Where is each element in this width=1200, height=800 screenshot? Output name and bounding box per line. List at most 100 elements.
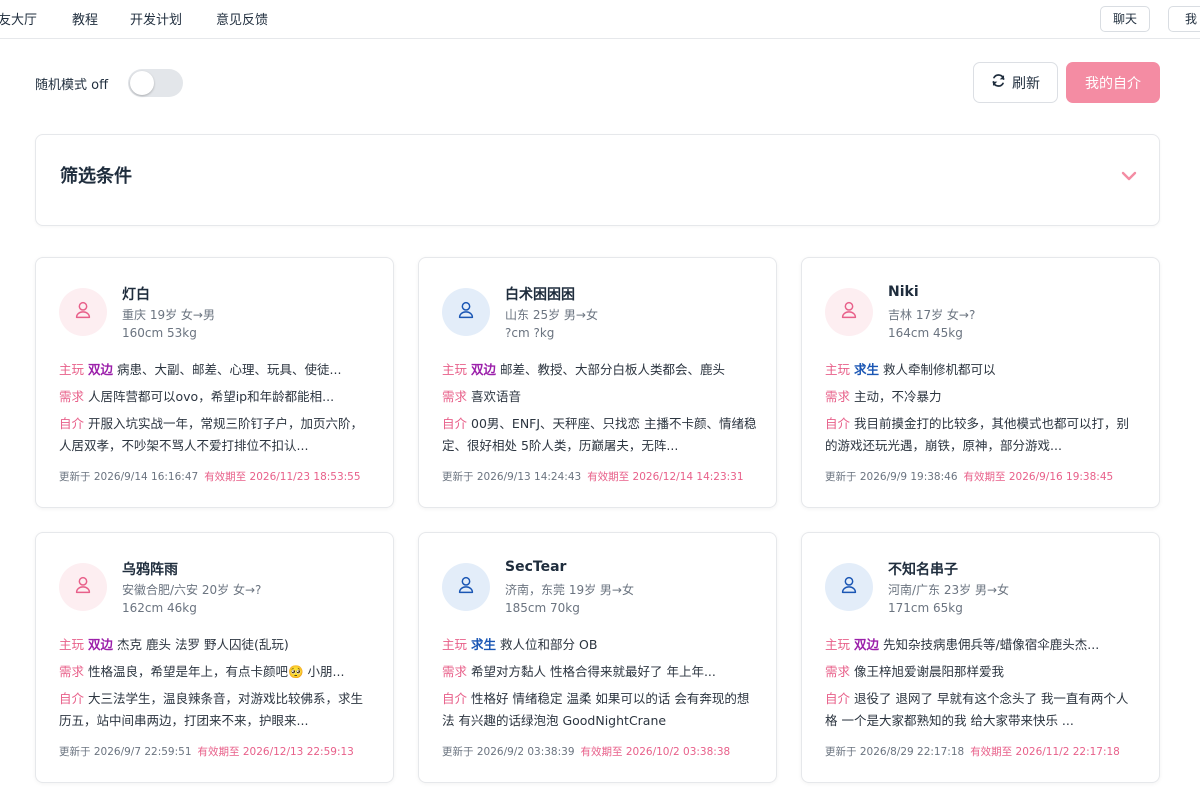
- role-tag: 双边: [471, 362, 497, 377]
- random-mode-label: 随机模式 off: [35, 78, 109, 93]
- profile-intro-line: 自介 性格好 情绪稳定 温柔 如果可以的话 会有奔现的想法 有兴趣的话绿泡泡 Go…: [442, 688, 757, 732]
- avatar: [59, 563, 107, 611]
- profile-play-line: 主玩 求生 救人位和部分 OB: [442, 634, 757, 653]
- expires-time: 2026/9/16 19:38:45: [1008, 471, 1114, 483]
- profile-timestamps: 更新于 2026/9/9 19:38:46 有效期至 2026/9/16 19:3…: [825, 469, 1113, 484]
- intro-key: 自介: [825, 416, 851, 431]
- profile-card[interactable]: 不知名串子 河南/广东 23岁 男→女 171cm 65kg 主玩 双边 先知杂技病…: [801, 532, 1160, 783]
- profile-name: 白术困困困: [505, 287, 575, 303]
- profile-need-line: 需求 主动，不冷暴力: [825, 386, 1140, 405]
- need-key: 需求: [442, 389, 468, 404]
- intro-text: 开服入坑实战一年，常规三阶钉子户，加页六阶，人居双孝，不吵架不骂人不爱打排位不扣…: [59, 416, 364, 453]
- intro-key: 自介: [442, 416, 468, 431]
- nav-item-feedback[interactable]: 意见反馈: [216, 9, 268, 28]
- need-key: 需求: [59, 664, 85, 679]
- intro-text: 性格好 情绪稳定 温柔 如果可以的话 会有奔现的想法 有兴趣的话绿泡泡 Good…: [442, 691, 750, 728]
- profile-need-line: 需求 性格温良，希望是年上，有点卡颜吧🥺 小朋...: [59, 661, 374, 680]
- intro-key: 自介: [442, 691, 468, 706]
- profile-card[interactable]: SecTear 济南，东莞 19岁 男→女 185cm 70kg 主玩 求生 救人位…: [418, 532, 777, 783]
- random-mode-toggle[interactable]: [128, 69, 183, 97]
- chevron-down-icon[interactable]: [1121, 167, 1137, 181]
- updated-key: 更新于: [442, 471, 474, 483]
- profile-height-weight: 162cm 46kg: [122, 601, 197, 615]
- updated-time: 2026/9/13 14:24:43: [476, 471, 582, 483]
- updated-key: 更新于: [59, 746, 91, 758]
- profile-location-age: 吉林 17岁 女→?: [888, 308, 976, 322]
- profile-height-weight: 160cm 53kg: [122, 326, 197, 340]
- profile-need-line: 需求 喜欢语音: [442, 386, 757, 405]
- updated-key: 更新于: [825, 471, 857, 483]
- expires-key: 有效期至: [963, 471, 1006, 483]
- play-text: 杰克 鹿头 法罗 野人囚徒(乱玩): [117, 637, 289, 652]
- refresh-icon: [991, 73, 1006, 92]
- profile-grid: 灯白 重庆 19岁 女→男 160cm 53kg 主玩 双边 病患、大副、邮差、心理…: [35, 257, 1160, 787]
- profile-card[interactable]: Niki 吉林 17岁 女→? 164cm 45kg 主玩 求生 救人牵制修机都可以…: [801, 257, 1160, 508]
- intro-text: 退役了 退网了 早就有这个念头了 我一直有两个人格 一个是大家都熟知的我 给大家…: [825, 691, 1129, 728]
- updated-time: 2026/9/2 03:38:39: [476, 746, 575, 758]
- avatar: [442, 563, 490, 611]
- my-intro-button[interactable]: 我的自介: [1066, 62, 1160, 103]
- profile-name: 灯白: [122, 287, 150, 303]
- expires-time: 2026/11/2 22:17:18: [1015, 746, 1120, 758]
- filter-panel[interactable]: 筛选条件: [35, 134, 1160, 226]
- play-text: 邮差、教授、大部分白板人类都会、鹿头: [500, 362, 726, 377]
- profile-intro-line: 自介 我目前摸金打的比较多，其他模式也都可以打，别的游戏还玩光遇，崩铁，原神，部分…: [825, 413, 1140, 457]
- updated-time: 2026/9/7 22:59:51: [93, 746, 192, 758]
- role-tag: 求生: [471, 637, 497, 652]
- profile-timestamps: 更新于 2026/8/29 22:17:18 有效期至 2026/11/2 22:…: [825, 744, 1120, 759]
- play-key: 主玩: [59, 362, 85, 377]
- nav-cut-button[interactable]: 我: [1168, 6, 1200, 32]
- nav-item-tutorial[interactable]: 教程: [72, 9, 98, 28]
- avatar: [59, 288, 107, 336]
- nav-item-dev-plan[interactable]: 开发计划: [130, 9, 182, 28]
- profile-need-line: 需求 像王梓旭爱谢晨阳那样爱我: [825, 661, 1140, 680]
- expires-key: 有效期至: [580, 746, 623, 758]
- refresh-button[interactable]: 刷新: [973, 62, 1058, 103]
- need-text: 人居阵营都可以ovo，希望ip和年龄都能相...: [88, 389, 335, 404]
- profile-name: Niki: [888, 284, 919, 300]
- profile-name: SecTear: [505, 559, 567, 575]
- updated-key: 更新于: [59, 471, 91, 483]
- role-tag: 求生: [854, 362, 880, 377]
- need-key: 需求: [825, 389, 851, 404]
- need-text: 性格温良，希望是年上，有点卡颜吧🥺 小朋...: [88, 664, 345, 679]
- profile-card[interactable]: 白术困困困 山东 25岁 男→女 ?cm ?kg 主玩 双边 邮差、教授、大部分白板…: [418, 257, 777, 508]
- filter-title: 筛选条件: [60, 166, 132, 187]
- chat-button[interactable]: 聊天: [1100, 6, 1151, 32]
- updated-time: 2026/9/14 16:16:47: [93, 471, 199, 483]
- profile-card[interactable]: 灯白 重庆 19岁 女→男 160cm 53kg 主玩 双边 病患、大副、邮差、心理…: [35, 257, 394, 508]
- profile-timestamps: 更新于 2026/9/7 22:59:51 有效期至 2026/12/13 22:…: [59, 744, 354, 759]
- avatar: [825, 563, 873, 611]
- need-text: 喜欢语音: [471, 389, 522, 404]
- nav-item-lobby[interactable]: 友大厅: [0, 9, 37, 28]
- profile-play-line: 主玩 双边 邮差、教授、大部分白板人类都会、鹿头: [442, 359, 757, 378]
- user-icon: [72, 574, 94, 600]
- play-text: 先知杂技病患佣兵等/蜡像宿伞鹿头杰...: [883, 637, 1100, 652]
- refresh-label: 刷新: [1012, 75, 1040, 92]
- need-text: 希望对方黏人 性格合得来就最好了 年上年...: [471, 664, 716, 679]
- play-key: 主玩: [825, 362, 851, 377]
- play-key: 主玩: [59, 637, 85, 652]
- user-icon: [838, 574, 860, 600]
- profile-height-weight: 164cm 45kg: [888, 326, 963, 340]
- role-tag: 双边: [88, 637, 114, 652]
- profile-timestamps: 更新于 2026/9/14 16:16:47 有效期至 2026/11/23 18…: [59, 469, 361, 484]
- play-key: 主玩: [825, 637, 851, 652]
- profile-play-line: 主玩 双边 杰克 鹿头 法罗 野人囚徒(乱玩): [59, 634, 374, 653]
- intro-text: 大三法学生，温良辣条音，对游戏比较佛系，求生历五，站中间串两边，打团来不来，护眼…: [59, 691, 364, 728]
- profile-intro-line: 自介 开服入坑实战一年，常规三阶钉子户，加页六阶，人居双孝，不吵架不骂人不爱打排位…: [59, 413, 374, 457]
- profile-card[interactable]: 乌鸦阵雨 安徽合肥/六安 20岁 女→? 162cm 46kg 主玩 双边 杰克 鹿…: [35, 532, 394, 783]
- play-key: 主玩: [442, 637, 468, 652]
- expires-time: 2026/12/14 14:23:31: [632, 471, 744, 483]
- profile-play-line: 主玩 双边 病患、大副、邮差、心理、玩具、使徒...: [59, 359, 374, 378]
- intro-text: 我目前摸金打的比较多，其他模式也都可以打，别的游戏还玩光遇，崩铁，原神，部分游戏…: [825, 416, 1130, 453]
- updated-key: 更新于: [825, 746, 857, 758]
- play-key: 主玩: [442, 362, 468, 377]
- user-icon: [455, 299, 477, 325]
- avatar: [442, 288, 490, 336]
- need-key: 需求: [442, 664, 468, 679]
- expires-key: 有效期至: [204, 471, 247, 483]
- profile-location-age: 安徽合肥/六安 20岁 女→?: [122, 583, 262, 597]
- profile-play-line: 主玩 双边 先知杂技病患佣兵等/蜡像宿伞鹿头杰...: [825, 634, 1140, 653]
- user-icon: [72, 299, 94, 325]
